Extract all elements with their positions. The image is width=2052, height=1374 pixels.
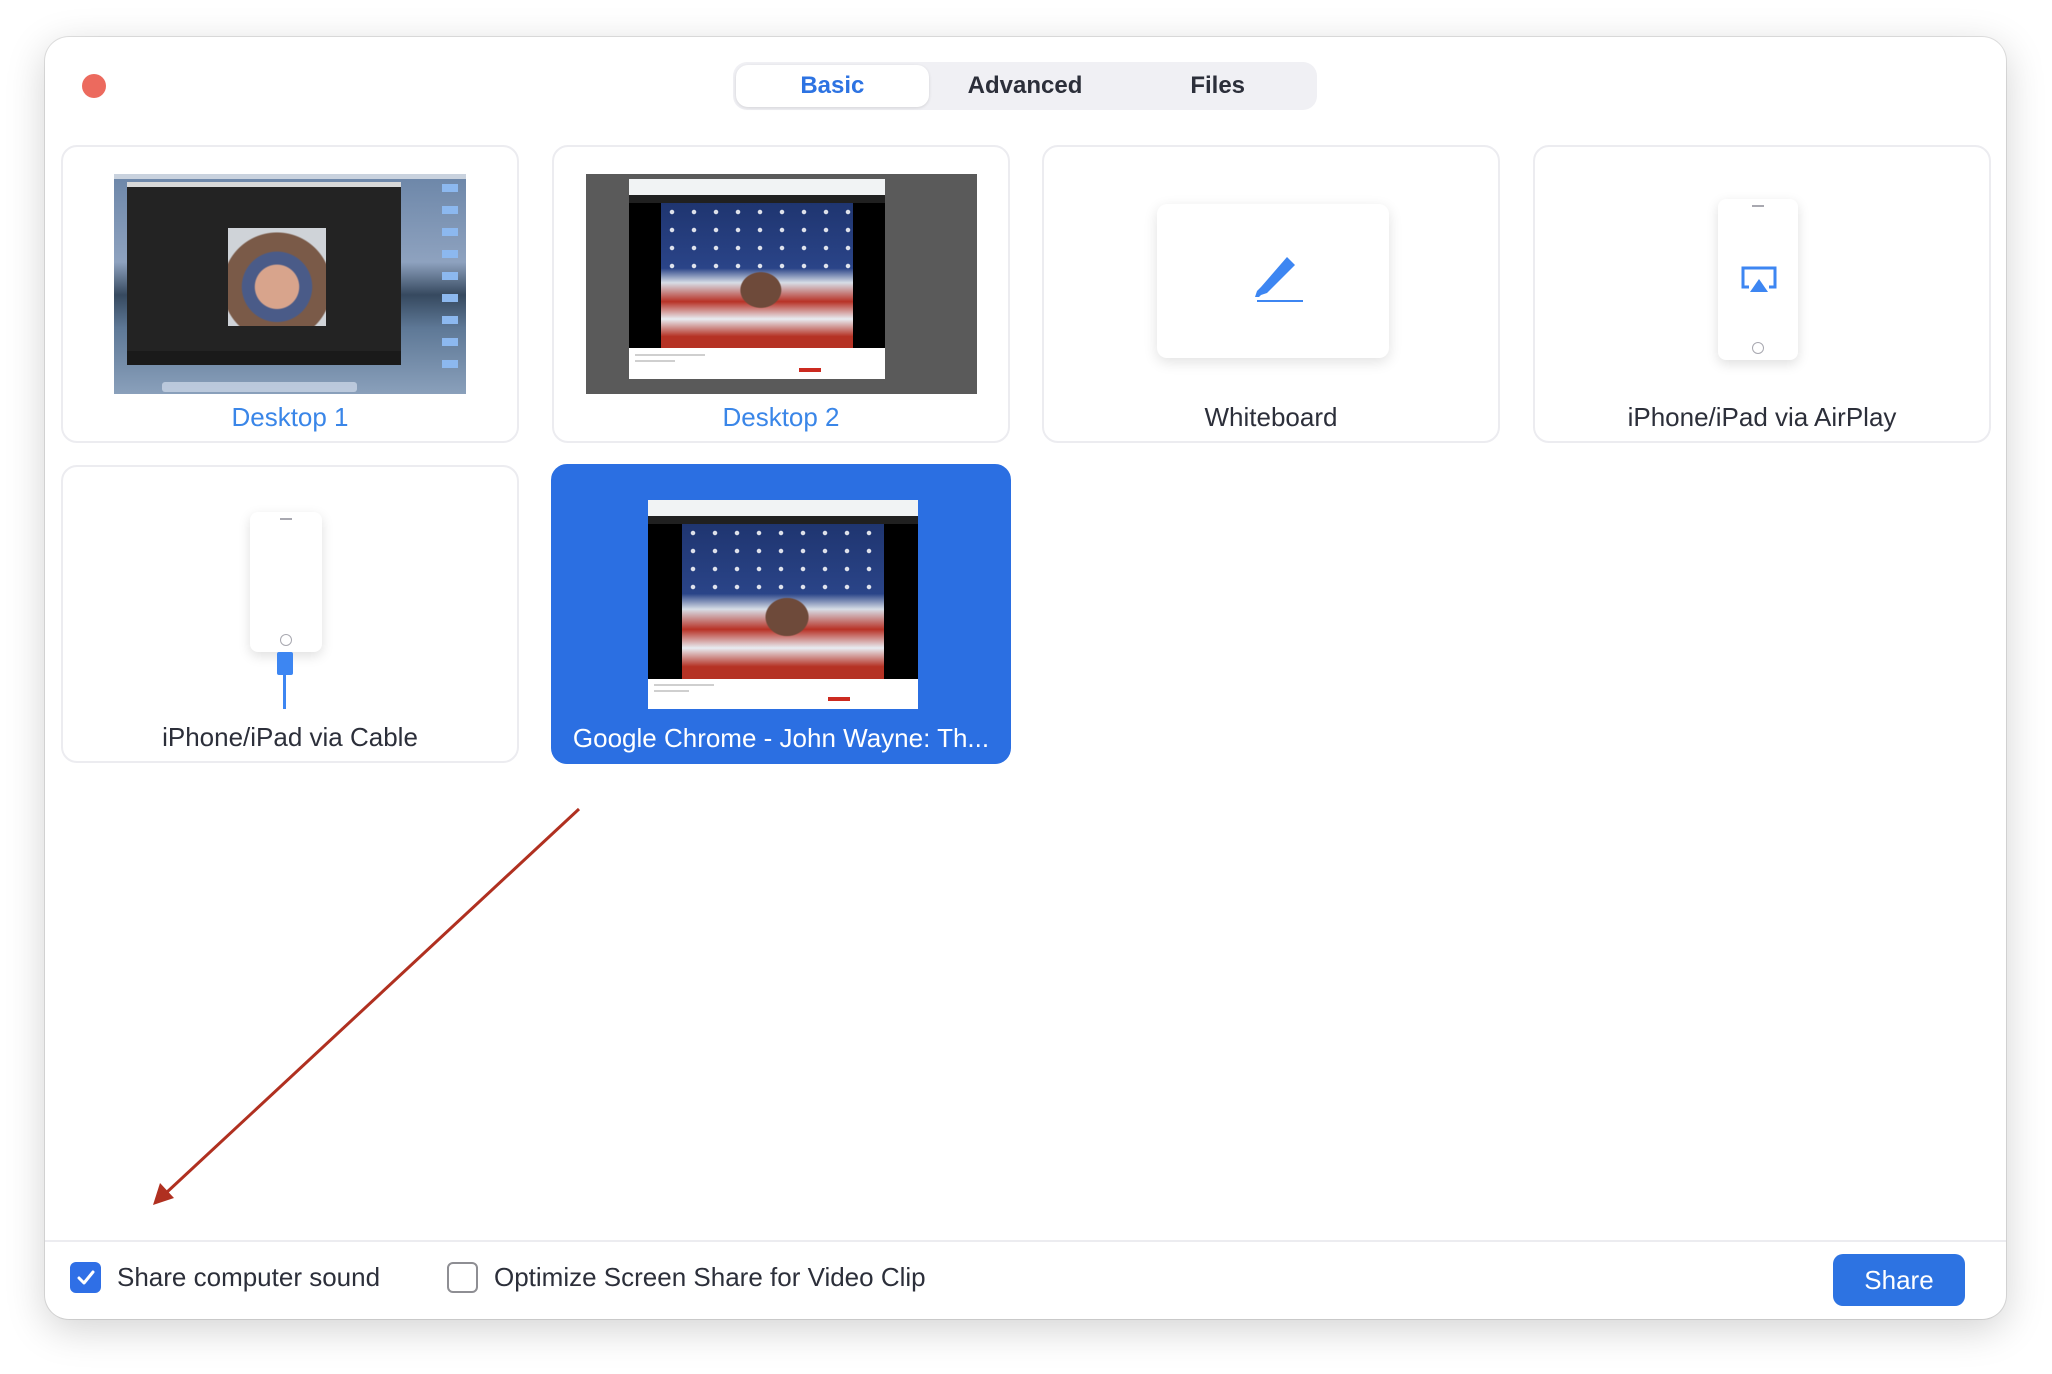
desktop-1-thumbnail: [114, 174, 466, 394]
close-window-button[interactable]: [82, 74, 106, 98]
chrome-window-thumbnail: [648, 500, 918, 709]
tab-files[interactable]: Files: [1121, 65, 1314, 107]
footer-divider: [45, 1240, 2006, 1242]
share-option-chrome-window[interactable]: Google Chrome - John Wayne: Th...: [551, 464, 1011, 764]
optimize-video-checkbox[interactable]: [447, 1262, 478, 1293]
share-computer-sound-label: Share computer sound: [117, 1262, 381, 1292]
share-option-cable[interactable]: iPhone/iPad via Cable: [61, 465, 519, 763]
share-option-label: Whiteboard: [1204, 402, 1338, 432]
participant-video: [228, 228, 326, 326]
pen-icon: [1255, 257, 1303, 302]
share-option-label: iPhone/iPad via AirPlay: [1627, 402, 1897, 432]
share-option-label: Desktop 2: [722, 402, 840, 432]
share-option-label: Desktop 1: [231, 402, 349, 432]
cable-icon: [277, 652, 293, 709]
share-option-desktop-1[interactable]: Desktop 1: [61, 145, 519, 443]
phone-illustration: [1718, 199, 1798, 360]
share-screen-window: Basic Advanced Files Desktop 1 Desktop 2…: [45, 37, 2006, 1319]
airplay-icon: [1741, 266, 1777, 292]
share-button[interactable]: Share: [1833, 1254, 1965, 1306]
share-computer-sound-checkbox[interactable]: [70, 1262, 101, 1293]
share-option-airplay[interactable]: iPhone/iPad via AirPlay: [1533, 145, 1991, 443]
optimize-video-option[interactable]: Optimize Screen Share for Video Clip: [447, 1262, 926, 1293]
share-option-desktop-2[interactable]: Desktop 2: [552, 145, 1010, 443]
checkmark-icon: [77, 1270, 94, 1284]
share-option-whiteboard[interactable]: Whiteboard: [1042, 145, 1500, 443]
tab-advanced[interactable]: Advanced: [929, 65, 1122, 107]
desktop-2-thumbnail: [586, 174, 977, 394]
share-computer-sound-option[interactable]: Share computer sound: [70, 1262, 380, 1293]
whiteboard-preview: [1157, 204, 1389, 358]
share-tabs: Basic Advanced Files: [733, 62, 1317, 110]
optimize-video-label: Optimize Screen Share for Video Clip: [494, 1262, 926, 1292]
tab-basic[interactable]: Basic: [736, 65, 929, 107]
phone-illustration: [250, 512, 322, 652]
share-option-label: Google Chrome - John Wayne: Th...: [572, 723, 990, 753]
share-option-label: iPhone/iPad via Cable: [162, 722, 418, 752]
